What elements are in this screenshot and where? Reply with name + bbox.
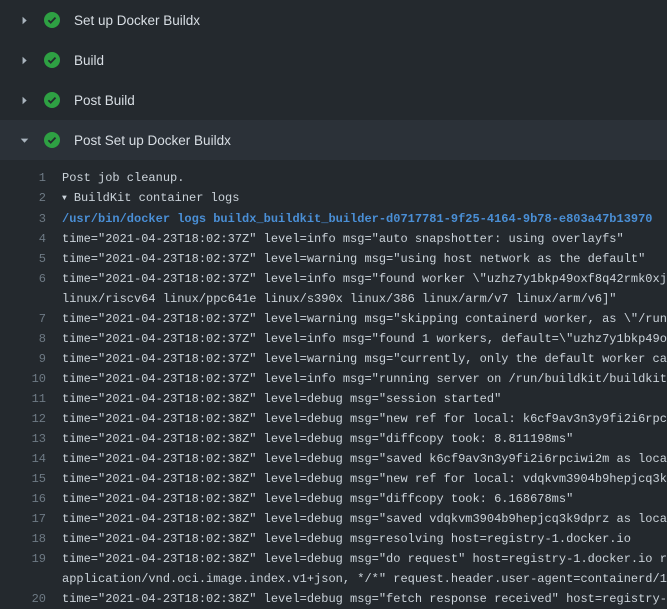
log-lines: 1 Post job cleanup. 2 ▼ BuildKit container l…: [0, 160, 667, 609]
section-header-build[interactable]: Build: [0, 40, 667, 80]
log-line: 15 time="2021-04-23T18:02:38Z" level=debu…: [0, 469, 667, 489]
log-text: time="2021-04-23T18:02:38Z" level=debug …: [62, 589, 667, 609]
log-text: time="2021-04-23T18:02:38Z" level=debug …: [62, 489, 573, 509]
success-check-circle-icon: [44, 52, 60, 68]
line-number[interactable]: 4: [0, 229, 46, 249]
section-header-set-up-docker-buildx[interactable]: Set up Docker Buildx: [0, 0, 667, 40]
log-text: time="2021-04-23T18:02:38Z" level=debug …: [62, 409, 667, 429]
step-sections: Set up Docker Buildx Build Post Build Post …: [0, 0, 667, 160]
log-text: time="2021-04-23T18:02:38Z" level=debug …: [62, 529, 631, 549]
section-label: Build: [74, 53, 104, 68]
log-line: 16 time="2021-04-23T18:02:38Z" level=debu…: [0, 489, 667, 509]
line-number[interactable]: 17: [0, 509, 46, 529]
log-text: time="2021-04-23T18:02:37Z" level=info m…: [62, 229, 624, 249]
log-text: ▼ BuildKit container logs: [62, 188, 239, 209]
line-number[interactable]: 13: [0, 429, 46, 449]
log-line: 5 time="2021-04-23T18:02:37Z" level=warni…: [0, 249, 667, 269]
log-line: 9 time="2021-04-23T18:02:37Z" level=warni…: [0, 349, 667, 369]
log-text: time="2021-04-23T18:02:37Z" level=info m…: [62, 369, 667, 389]
job-log-panel: Set up Docker Buildx Build Post Build Post …: [0, 0, 667, 609]
log-command-text: /usr/bin/docker logs buildx_buildkit_bui…: [62, 209, 653, 229]
log-line: 13 time="2021-04-23T18:02:38Z" level=debu…: [0, 429, 667, 449]
chevron-right-icon: [16, 92, 32, 108]
log-text-wrap: application/vnd.oci.image.index.v1+json,…: [62, 569, 667, 589]
chevron-right-icon: [16, 52, 32, 68]
success-check-circle-icon: [44, 12, 60, 28]
log-text: time="2021-04-23T18:02:38Z" level=debug …: [62, 389, 501, 409]
log-text: time="2021-04-23T18:02:38Z" level=debug …: [62, 429, 573, 449]
log-line: 1 Post job cleanup.: [0, 168, 667, 188]
log-text-wrap: linux/riscv64 linux/ppc641e linux/s390x …: [62, 289, 667, 309]
log-line: 10 time="2021-04-23T18:02:37Z" level=info…: [0, 369, 667, 389]
line-number[interactable]: 11: [0, 389, 46, 409]
section-header-post-build[interactable]: Post Build: [0, 80, 667, 120]
log-line: 18 time="2021-04-23T18:02:38Z" level=debu…: [0, 529, 667, 549]
chevron-right-icon: [16, 12, 32, 28]
log-line: 6 time="2021-04-23T18:02:37Z" level=info …: [0, 269, 667, 309]
line-number[interactable]: 19: [0, 549, 46, 569]
log-text: time="2021-04-23T18:02:38Z" level=debug …: [62, 449, 667, 469]
log-line: 20 time="2021-04-23T18:02:38Z" level=debu…: [0, 589, 667, 609]
line-number[interactable]: 15: [0, 469, 46, 489]
line-number[interactable]: 12: [0, 409, 46, 429]
group-label[interactable]: BuildKit container logs: [74, 191, 240, 205]
line-number[interactable]: 16: [0, 489, 46, 509]
log-line: 17 time="2021-04-23T18:02:38Z" level=debu…: [0, 509, 667, 529]
log-line: 2 ▼ BuildKit container logs: [0, 188, 667, 209]
log-text: time="2021-04-23T18:02:38Z" level=debug …: [62, 549, 667, 569]
line-number[interactable]: 8: [0, 329, 46, 349]
line-number[interactable]: 18: [0, 529, 46, 549]
group-toggle-icon[interactable]: ▼: [62, 189, 67, 209]
line-number[interactable]: 3: [0, 209, 46, 229]
success-check-circle-icon: [44, 92, 60, 108]
line-number[interactable]: 9: [0, 349, 46, 369]
log-text: time="2021-04-23T18:02:37Z" level=warnin…: [62, 309, 667, 329]
log-line: 19 time="2021-04-23T18:02:38Z" level=debu…: [0, 549, 667, 589]
log-line: 3/usr/bin/docker logs buildx_buildkit_bu…: [0, 209, 667, 229]
line-number[interactable]: 2: [0, 188, 46, 208]
log-text: time="2021-04-23T18:02:37Z" level=warnin…: [62, 249, 645, 269]
section-label: Post Set up Docker Buildx: [74, 133, 231, 148]
line-number[interactable]: 1: [0, 168, 46, 188]
log-text: time="2021-04-23T18:02:38Z" level=debug …: [62, 509, 667, 529]
log-text: time="2021-04-23T18:02:37Z" level=info m…: [62, 269, 667, 289]
section-label: Set up Docker Buildx: [74, 13, 200, 28]
section-label: Post Build: [74, 93, 135, 108]
log-text: time="2021-04-23T18:02:38Z" level=debug …: [62, 469, 667, 489]
line-number[interactable]: 20: [0, 589, 46, 609]
log-line: 12 time="2021-04-23T18:02:38Z" level=debu…: [0, 409, 667, 429]
log-text: Post job cleanup.: [62, 168, 184, 188]
log-line: 11 time="2021-04-23T18:02:38Z" level=debu…: [0, 389, 667, 409]
section-header-post-set-up-docker-buildx[interactable]: Post Set up Docker Buildx: [0, 120, 667, 160]
chevron-down-icon: [16, 132, 32, 148]
success-check-circle-icon: [44, 132, 60, 148]
line-number[interactable]: 10: [0, 369, 46, 389]
line-number[interactable]: 7: [0, 309, 46, 329]
log-line: 14 time="2021-04-23T18:02:38Z" level=debu…: [0, 449, 667, 469]
line-number[interactable]: 14: [0, 449, 46, 469]
log-text: time="2021-04-23T18:02:37Z" level=warnin…: [62, 349, 667, 369]
line-number[interactable]: 6: [0, 269, 46, 289]
line-number[interactable]: 5: [0, 249, 46, 269]
log-line: 8 time="2021-04-23T18:02:37Z" level=info …: [0, 329, 667, 349]
log-line: 4 time="2021-04-23T18:02:37Z" level=info …: [0, 229, 667, 249]
log-line: 7 time="2021-04-23T18:02:37Z" level=warni…: [0, 309, 667, 329]
log-text: time="2021-04-23T18:02:37Z" level=info m…: [62, 329, 667, 349]
